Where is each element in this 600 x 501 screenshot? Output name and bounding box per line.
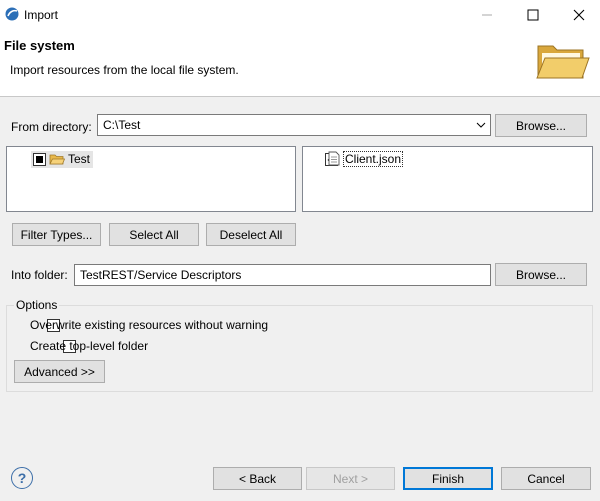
advanced-button[interactable]: Advanced >> bbox=[14, 360, 105, 383]
create-top-level-label: Create top-level folder bbox=[30, 339, 149, 353]
from-directory-value: C:\Test bbox=[103, 118, 141, 132]
help-icon[interactable]: ? bbox=[11, 467, 33, 489]
folder-open-icon bbox=[49, 154, 65, 165]
file-icon bbox=[328, 151, 340, 166]
tree-item-label: Test bbox=[68, 152, 91, 166]
page-description: Import resources from the local file sys… bbox=[10, 63, 239, 77]
window-title: Import bbox=[24, 8, 59, 22]
chevron-down-icon[interactable] bbox=[476, 122, 486, 129]
maximize-icon bbox=[527, 9, 539, 21]
file-item-label[interactable]: Client.json bbox=[343, 151, 404, 167]
close-button[interactable] bbox=[556, 0, 600, 30]
eclipse-app-icon bbox=[5, 7, 19, 21]
tree-item-checkbox[interactable] bbox=[33, 153, 46, 166]
finish-button[interactable]: Finish bbox=[403, 467, 493, 490]
minimize-button[interactable] bbox=[464, 0, 510, 30]
from-directory-label: From directory: bbox=[11, 120, 92, 134]
minimize-icon bbox=[482, 14, 492, 16]
filter-types-button[interactable]: Filter Types... bbox=[12, 223, 101, 246]
options-title: Options bbox=[14, 298, 60, 312]
help-label: ? bbox=[17, 470, 27, 486]
browse-destination-button[interactable]: Browse... bbox=[495, 263, 587, 286]
maximize-button[interactable] bbox=[510, 0, 556, 30]
close-icon bbox=[573, 9, 585, 21]
page-title: File system bbox=[4, 38, 75, 53]
browse-source-button[interactable]: Browse... bbox=[495, 114, 587, 137]
deselect-all-button[interactable]: Deselect All bbox=[206, 223, 296, 246]
back-button[interactable]: < Back bbox=[213, 467, 302, 490]
cancel-button[interactable]: Cancel bbox=[501, 467, 591, 490]
folder-open-icon bbox=[536, 45, 590, 79]
from-directory-combo[interactable]: C:\Test bbox=[97, 114, 491, 136]
select-all-button[interactable]: Select All bbox=[109, 223, 199, 246]
footer-separator bbox=[0, 457, 600, 458]
into-folder-input[interactable]: TestREST/Service Descriptors bbox=[74, 264, 491, 286]
overwrite-label: Overwrite existing resources without war… bbox=[30, 318, 269, 332]
into-folder-label: Into folder: bbox=[11, 268, 68, 282]
next-button[interactable]: Next > bbox=[306, 467, 395, 490]
